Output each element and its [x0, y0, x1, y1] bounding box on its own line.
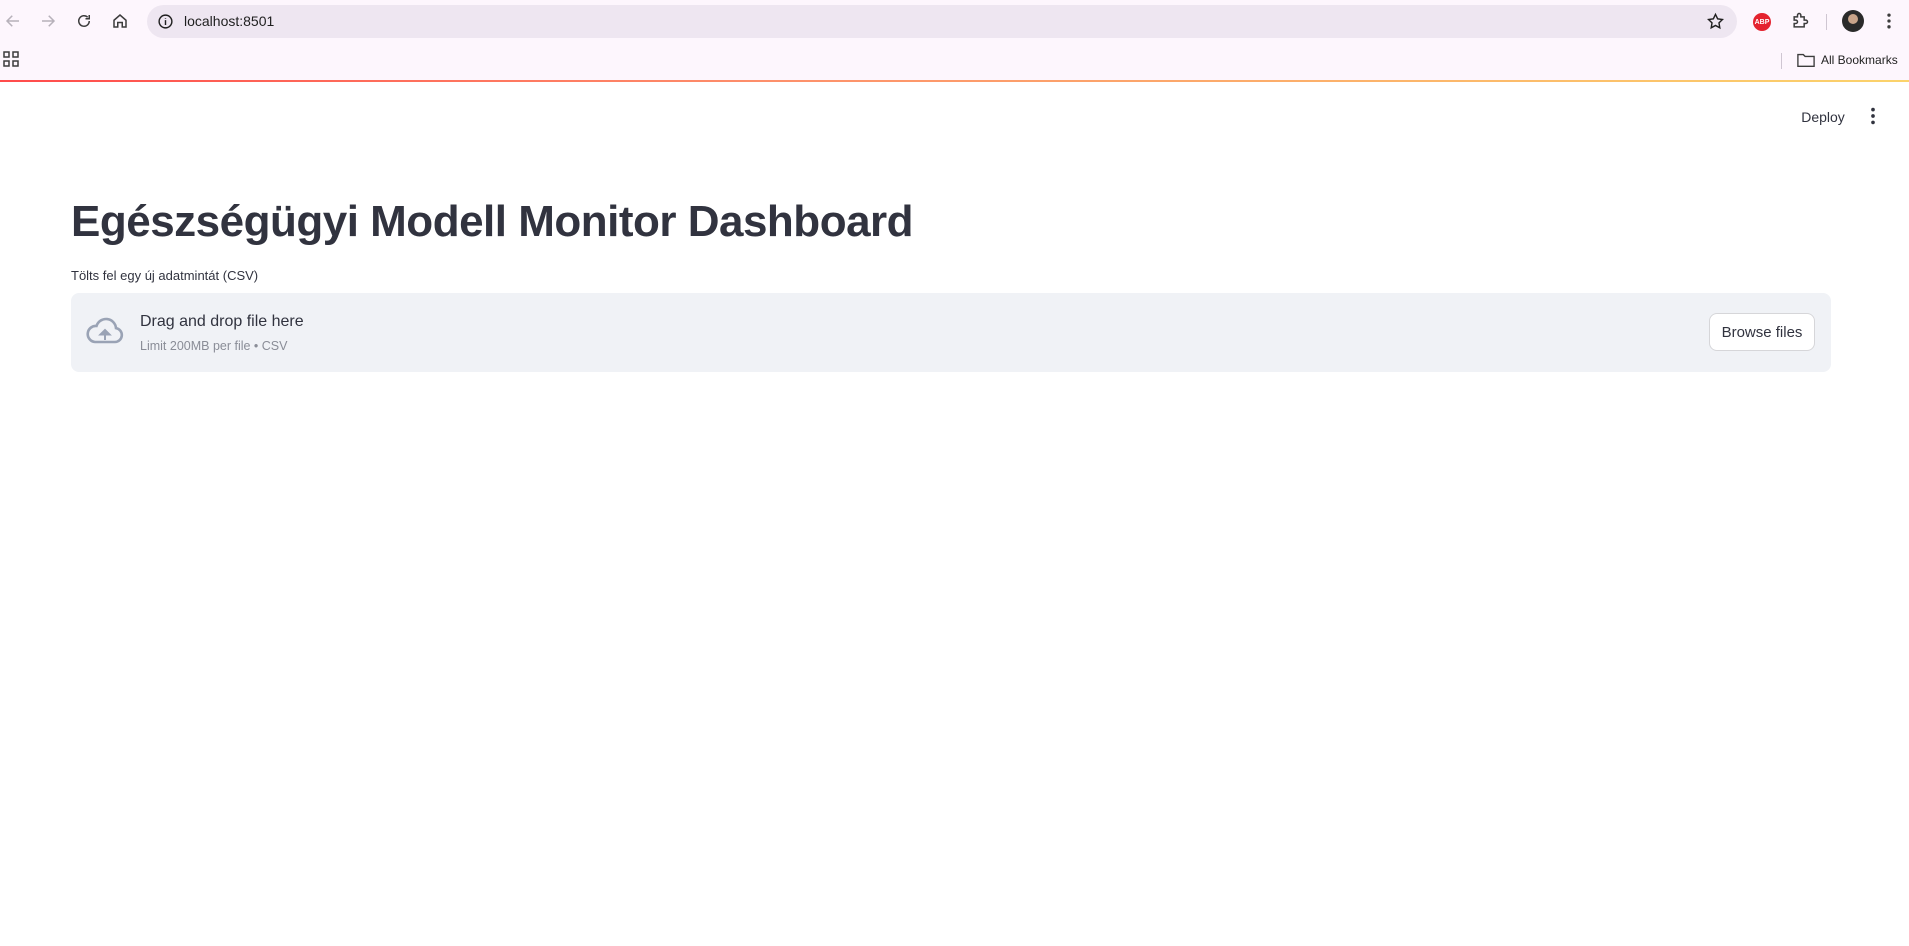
extensions-icon[interactable]: [1790, 11, 1810, 31]
folder-icon[interactable]: [1797, 52, 1815, 68]
reload-button[interactable]: [73, 10, 95, 32]
address-bar[interactable]: localhost:8501: [147, 5, 1737, 38]
star-icon[interactable]: [1706, 12, 1725, 31]
dropzone-subtitle: Limit 200MB per file • CSV: [140, 339, 288, 353]
dropzone-title: Drag and drop file here: [140, 313, 304, 330]
back-icon: [5, 15, 19, 27]
bookmarks-divider: [1781, 53, 1782, 69]
reload-icon: [78, 15, 90, 27]
bookmarks-bar: All Bookmarks: [0, 44, 1909, 80]
page-title: Egészségügyi Modell Monitor Dashboard: [71, 197, 914, 246]
all-bookmarks-link[interactable]: All Bookmarks: [1821, 53, 1898, 67]
file-dropzone[interactable]: Drag and drop file here Limit 200MB per …: [71, 293, 1831, 372]
browser-menu-icon[interactable]: [1879, 11, 1899, 31]
streamlit-decoration-bar: [0, 80, 1909, 82]
back-button[interactable]: [2, 10, 24, 32]
browse-files-button[interactable]: Browse files: [1709, 313, 1815, 351]
avatar[interactable]: [1842, 10, 1864, 32]
url-text[interactable]: localhost:8501: [184, 13, 274, 30]
home-button[interactable]: [109, 10, 131, 32]
toolbar-divider: [1826, 14, 1827, 30]
forward-icon: [42, 15, 56, 27]
apps-grid-icon[interactable]: [3, 51, 19, 67]
home-icon: [113, 14, 127, 28]
file-uploader-label: Tölts fel egy új adatmintát (CSV): [71, 268, 259, 283]
cloud-upload-icon: [86, 317, 124, 344]
deploy-button[interactable]: Deploy: [1795, 104, 1851, 130]
forward-button[interactable]: [37, 10, 59, 32]
adblock-icon[interactable]: ABP: [1753, 13, 1771, 31]
main-menu-icon[interactable]: [1862, 105, 1884, 127]
info-icon[interactable]: [157, 13, 174, 30]
browser-toolbar: localhost:8501 ABP: [0, 0, 1909, 44]
